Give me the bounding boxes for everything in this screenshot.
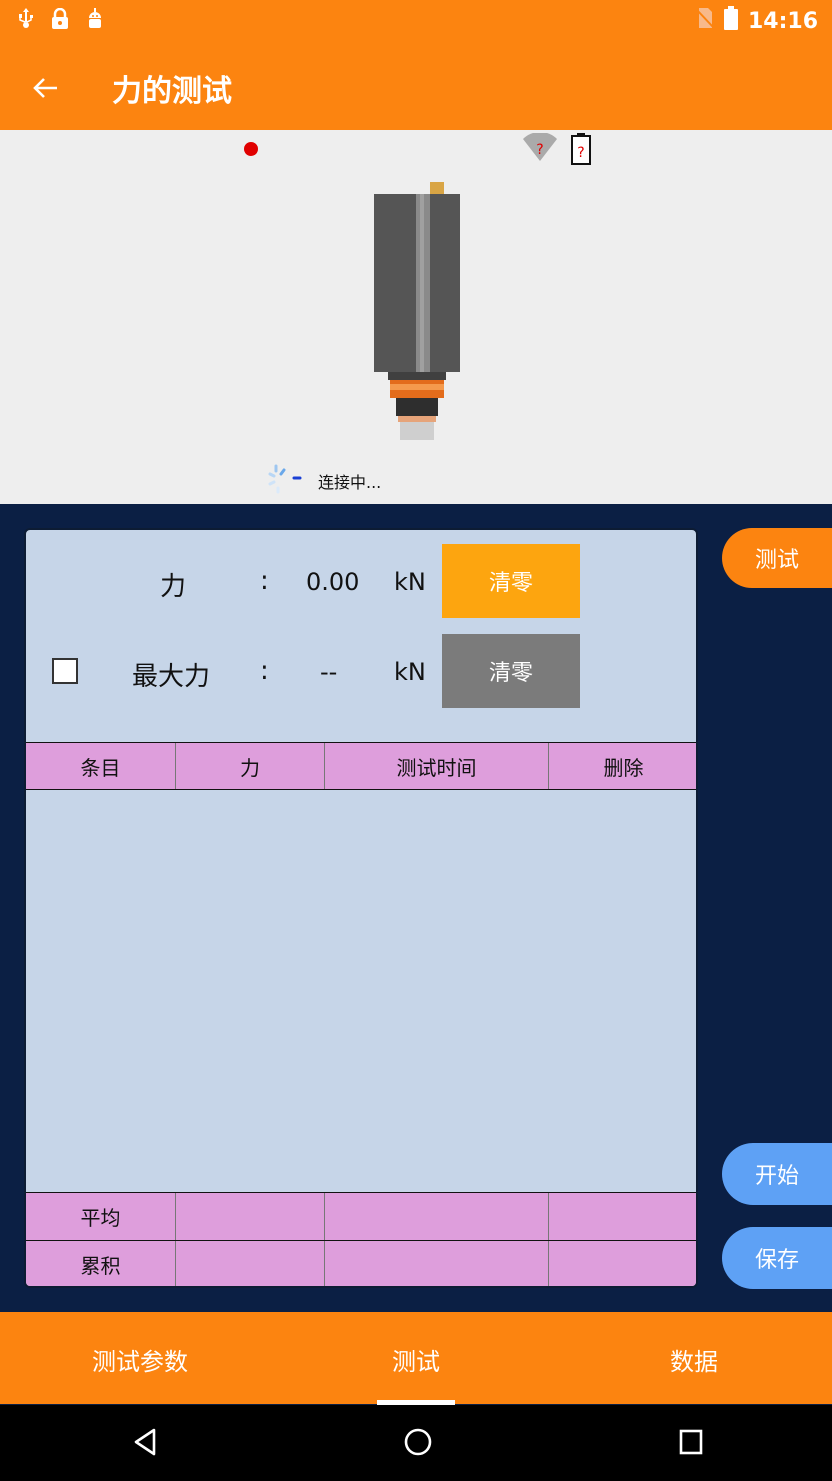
cumulative-force-cell: [176, 1241, 325, 1286]
tab-test[interactable]: 测试: [392, 1342, 440, 1377]
cumulative-label: 累积: [26, 1241, 176, 1286]
status-bar: 14:16: [0, 0, 832, 44]
max-force-unit: kN: [394, 658, 426, 686]
connection-status: 连接中...: [266, 462, 381, 500]
max-force-label: 最大力: [132, 662, 211, 692]
loading-spinner-icon: [266, 462, 306, 500]
connection-text: 连接中...: [318, 473, 382, 492]
header-force: 力: [176, 743, 325, 789]
max-force-colon: :: [260, 656, 269, 686]
average-time-cell: [325, 1193, 549, 1240]
force-colon: :: [260, 566, 269, 596]
home-circle-icon[interactable]: [403, 1427, 433, 1461]
average-row: 平均: [26, 1192, 696, 1240]
tab-test-params[interactable]: 测试参数: [92, 1342, 188, 1377]
max-force-zero-button[interactable]: 清零: [442, 634, 580, 708]
force-data-panel: 力 : 0.00 kN 清零 最大力 : -- kN 清零 条目 力 测试时间 …: [24, 528, 698, 1288]
tab-data[interactable]: 数据: [670, 1342, 718, 1377]
clock: 14:16: [747, 8, 818, 34]
back-triangle-icon[interactable]: [132, 1427, 158, 1461]
force-row: 力 : 0.00 kN 清零: [26, 544, 696, 618]
page-title: 力的测试: [112, 74, 232, 109]
average-delete-cell: [549, 1193, 696, 1240]
max-force-value: --: [320, 658, 338, 686]
results-table-header: 条目 力 测试时间 删除: [26, 742, 696, 790]
average-label: 平均: [26, 1193, 176, 1240]
cumulative-delete-cell: [549, 1241, 696, 1286]
max-force-row: 最大力 : -- kN 清零: [26, 634, 696, 708]
header-delete: 删除: [603, 755, 644, 780]
header-item: 条目: [26, 743, 176, 789]
battery-unknown-icon: ?: [570, 133, 592, 169]
recents-square-icon[interactable]: [678, 1427, 704, 1461]
wifi-status-text: ?: [536, 142, 543, 158]
system-navigation-bar: [0, 1405, 832, 1481]
header-test-time: 测试时间: [325, 743, 549, 789]
wifi-unknown-icon: ?: [522, 131, 558, 167]
test-mode-button[interactable]: 测试: [722, 528, 832, 588]
save-button[interactable]: 保存: [722, 1227, 832, 1289]
app-bar: 力的测试: [0, 44, 832, 130]
force-gauge-image: [370, 180, 466, 450]
force-unit: kN: [394, 568, 426, 596]
battery-status-text: ?: [577, 145, 584, 161]
android-debug-icon: [86, 8, 104, 34]
bottom-tab-bar: 测试参数 测试 数据: [0, 1312, 832, 1404]
usb-icon: [18, 8, 34, 34]
lock-icon: [50, 7, 70, 34]
arrow-left-icon[interactable]: [26, 68, 66, 108]
cumulative-time-cell: [325, 1241, 549, 1286]
battery-icon: [723, 6, 738, 36]
start-button[interactable]: 开始: [722, 1143, 832, 1205]
force-label: 力: [160, 572, 187, 602]
force-value: 0.00: [306, 568, 360, 596]
cumulative-row: 累积: [26, 1240, 696, 1286]
no-sim-icon: [696, 7, 714, 35]
average-force-cell: [176, 1193, 325, 1240]
force-zero-button[interactable]: 清零: [442, 544, 580, 618]
record-indicator: [244, 142, 258, 156]
